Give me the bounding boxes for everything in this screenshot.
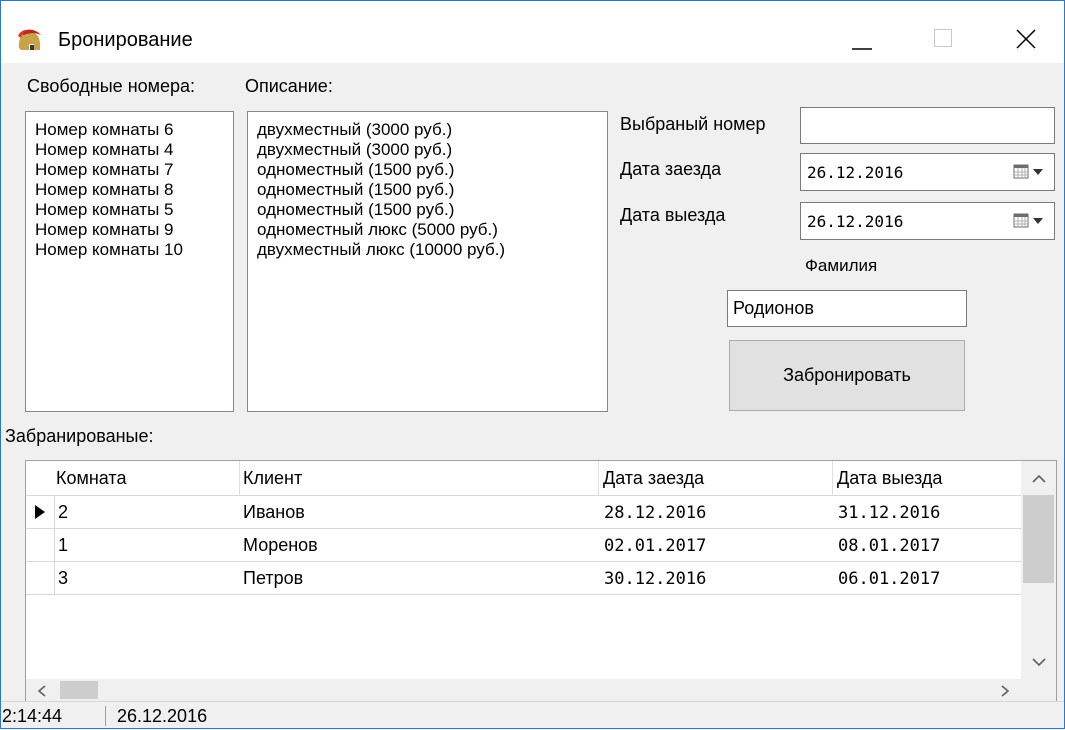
cell-client[interactable]: Петров [243, 568, 303, 589]
cell-checkin[interactable]: 02.01.2017 [604, 536, 706, 556]
selected-room-label: Выбраный номер [620, 114, 766, 134]
table-header: Комната Клиент Дата заезда Дата выезда [26, 461, 1021, 496]
cell-client[interactable]: Моренов [243, 535, 318, 556]
checkout-date-value: 26.12.2016 [807, 211, 904, 231]
window-title: Бронирование [58, 29, 193, 51]
cell-checkin[interactable]: 30.12.2016 [604, 569, 706, 589]
cell-room[interactable]: 1 [58, 535, 68, 556]
checkin-date-picker[interactable]: 26.12.2016 [800, 153, 1055, 191]
list-item[interactable]: одноместный (1500 руб.) [257, 200, 598, 220]
free-rooms-label: Свободные номера: [27, 76, 196, 96]
status-bar: 2:14:44 26.12.2016 [1, 701, 1064, 730]
free-rooms-listbox[interactable]: Номер комнаты 6 Номер комнаты 4 Номер ко… [25, 111, 234, 412]
column-header-checkout[interactable]: Дата выезда [837, 468, 942, 489]
table-row[interactable]: 1 Моренов 02.01.2017 08.01.2017 [26, 529, 1021, 562]
list-item[interactable]: Номер комнаты 4 [35, 140, 224, 160]
cell-client[interactable]: Иванов [243, 502, 305, 523]
column-header-room[interactable]: Комната [56, 468, 126, 489]
vertical-scrollbar[interactable] [1021, 461, 1056, 683]
list-item[interactable]: Номер комнаты 7 [35, 160, 224, 180]
scroll-up-icon[interactable] [1031, 473, 1047, 485]
list-item[interactable]: Номер комнаты 5 [35, 200, 224, 220]
booked-table[interactable]: Комната Клиент Дата заезда Дата выезда 2… [25, 460, 1057, 702]
status-date: 26.12.2016 [117, 706, 208, 726]
current-row-indicator-icon [35, 505, 45, 519]
description-listbox[interactable]: двухместный (3000 руб.) двухместный (300… [247, 111, 608, 412]
row-header[interactable] [26, 529, 55, 561]
minimize-icon [852, 48, 872, 50]
cell-room[interactable]: 2 [58, 502, 68, 523]
booked-label: Забранированые: [5, 426, 154, 446]
book-button[interactable]: Забронировать [729, 340, 965, 411]
horizontal-scroll-thumb[interactable] [60, 681, 98, 699]
cell-checkout[interactable]: 08.01.2017 [838, 536, 940, 556]
list-item[interactable]: двухместный (3000 руб.) [257, 120, 598, 140]
cell-checkout[interactable]: 06.01.2017 [838, 569, 940, 589]
surname-label: Фамилия [805, 256, 878, 275]
status-time: 2:14:44 [2, 706, 63, 726]
list-item[interactable]: двухместный люкс (10000 руб.) [257, 240, 598, 260]
maximize-icon [934, 29, 952, 47]
surname-field[interactable]: Родионов [727, 290, 967, 327]
list-item[interactable]: Номер комнаты 8 [35, 180, 224, 200]
list-item[interactable]: одноместный люкс (5000 руб.) [257, 220, 598, 240]
table-row[interactable]: 2 Иванов 28.12.2016 31.12.2016 [26, 496, 1021, 529]
description-label: Описание: [245, 76, 333, 96]
row-header[interactable] [26, 562, 55, 594]
scroll-right-icon[interactable] [999, 684, 1011, 698]
title-bar[interactable]: Бронирование [1, 1, 1064, 63]
maximize-button[interactable] [908, 17, 978, 61]
minimize-button[interactable] [827, 17, 897, 61]
checkin-date-label: Дата заезда [620, 159, 722, 179]
vertical-scroll-thumb[interactable] [1023, 495, 1054, 583]
list-item[interactable]: одноместный (1500 руб.) [257, 180, 598, 200]
list-item[interactable]: одноместный (1500 руб.) [257, 160, 598, 180]
cell-room[interactable]: 3 [58, 568, 68, 589]
calendar-dropdown-icon[interactable] [1012, 212, 1048, 230]
checkout-date-picker[interactable]: 26.12.2016 [800, 202, 1055, 240]
close-icon [1016, 29, 1036, 49]
row-header[interactable] [26, 496, 55, 528]
scroll-left-icon[interactable] [36, 684, 48, 698]
table-row[interactable]: 3 Петров 30.12.2016 06.01.2017 [26, 562, 1021, 595]
scroll-down-icon[interactable] [1031, 656, 1047, 668]
column-header-client[interactable]: Клиент [243, 468, 302, 489]
list-item[interactable]: Номер комнаты 9 [35, 220, 224, 240]
cell-checkin[interactable]: 28.12.2016 [604, 503, 706, 523]
list-item[interactable]: двухместный (3000 руб.) [257, 140, 598, 160]
scroll-corner [1021, 679, 1056, 701]
list-item[interactable]: Номер комнаты 6 [35, 120, 224, 140]
cell-checkout[interactable]: 31.12.2016 [838, 503, 940, 523]
selected-room-field[interactable] [800, 107, 1055, 144]
horizontal-scrollbar[interactable] [26, 679, 1021, 701]
spartan-helmet-icon [18, 29, 41, 50]
column-header-checkin[interactable]: Дата заезда [603, 468, 704, 489]
calendar-dropdown-icon[interactable] [1012, 163, 1048, 181]
status-divider [105, 706, 106, 726]
list-item[interactable]: Номер комнаты 10 [35, 240, 224, 260]
checkout-date-label: Дата выезда [620, 205, 726, 225]
close-button[interactable] [991, 17, 1061, 61]
checkin-date-value: 26.12.2016 [807, 162, 904, 182]
